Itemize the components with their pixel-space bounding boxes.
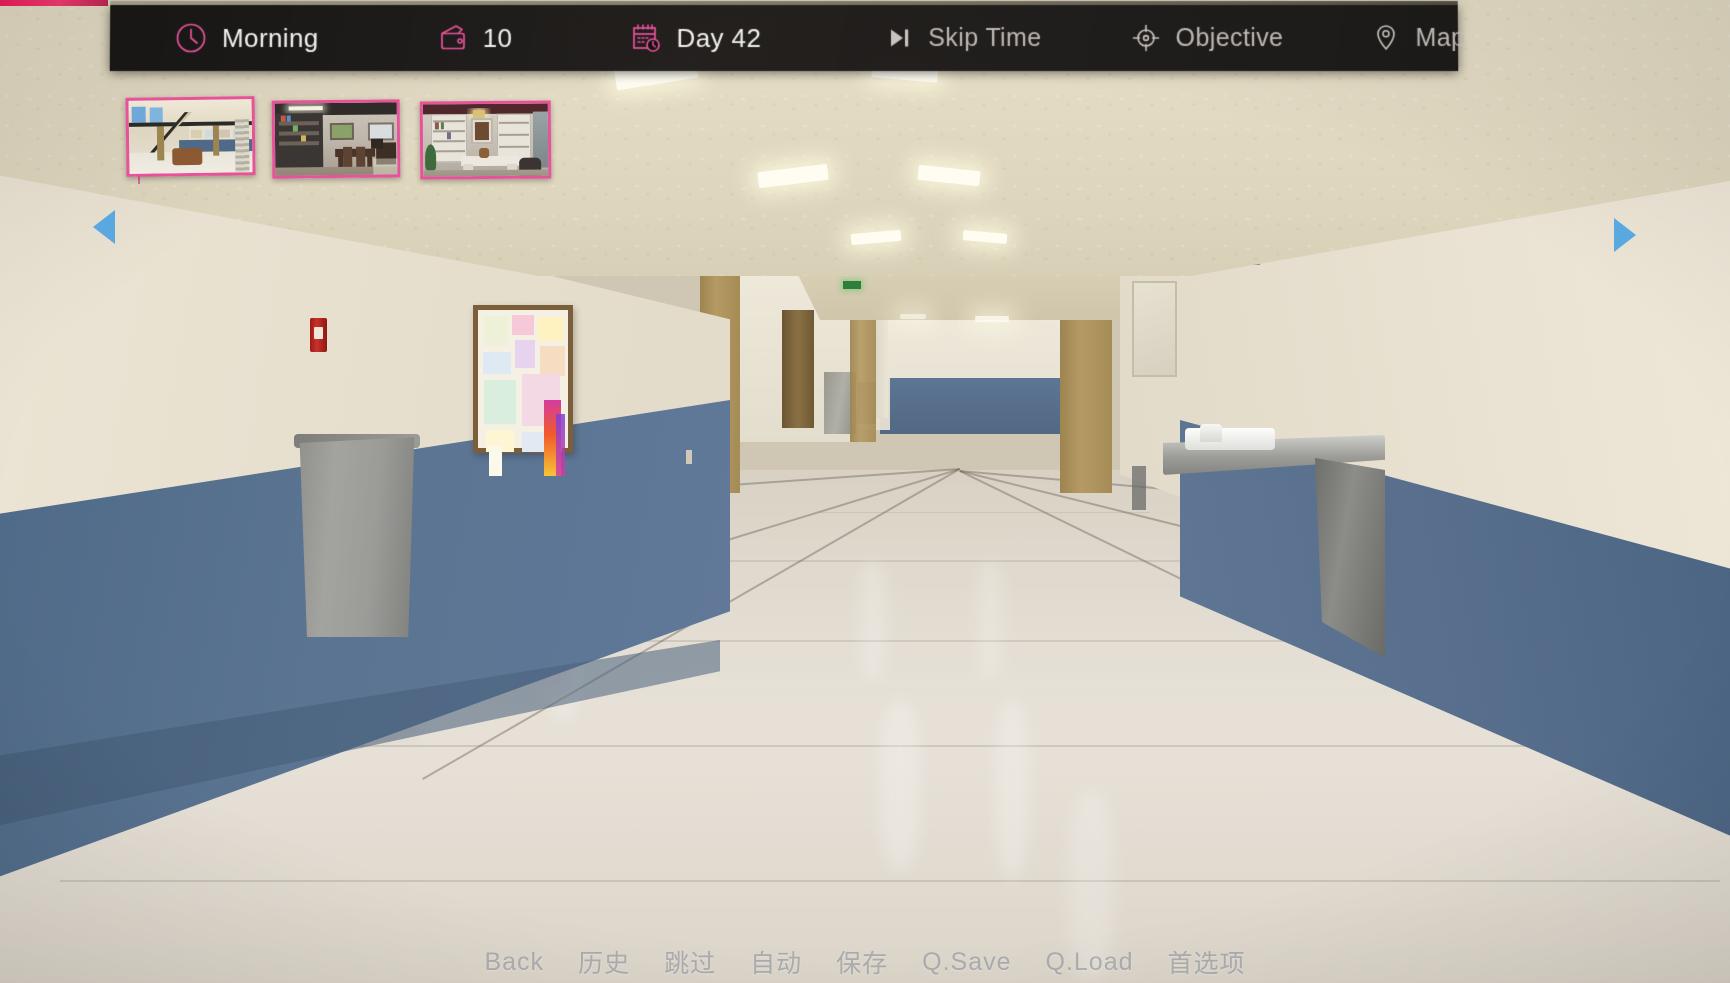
bottom-menu-prefs[interactable]: 首选项 <box>1168 944 1246 980</box>
bottom-menu-back[interactable]: Back <box>484 948 544 977</box>
hud-label-day: Day 42 <box>676 22 762 53</box>
water-fountain-spout <box>1200 424 1222 442</box>
top-left-pink-sliver <box>0 0 108 6</box>
bottom-menu-qload[interactable]: Q.Load <box>1046 948 1134 977</box>
wall-notice-board <box>1132 281 1177 377</box>
hud-item-map[interactable]: Map <box>1367 5 1469 71</box>
bottom-menu-save[interactable]: 保存 <box>836 944 888 980</box>
water-fountain-basin <box>1185 428 1275 450</box>
hud-label-objective: Objective <box>1175 23 1284 52</box>
bottom-menu-auto[interactable]: 自动 <box>750 944 802 980</box>
bottom-menu-skip[interactable]: 跳过 <box>664 944 716 980</box>
bulletin-flyer <box>489 446 502 476</box>
bulletin-ribbon <box>556 414 565 476</box>
location-thumbnail-1[interactable] <box>125 96 256 177</box>
hud-label-skip-time: Skip Time <box>928 23 1042 52</box>
exit-sign <box>843 281 861 289</box>
hud-item-day[interactable]: Day 42 <box>626 5 765 71</box>
target-icon <box>1130 22 1162 54</box>
fire-alarm <box>310 318 327 352</box>
ceiling-light <box>900 314 926 319</box>
hud-top-bar: Morning 10 Day 42 Skip Time Objective Ma… <box>109 5 1465 72</box>
hud-item-money[interactable]: 10 <box>433 5 517 71</box>
calendar-icon <box>630 22 662 54</box>
far-wainscot <box>880 378 1060 434</box>
hud-label-map: Map <box>1415 23 1466 52</box>
wallet-icon <box>437 22 469 54</box>
hud-label-money: 10 <box>482 22 513 53</box>
bottom-menu-bar: Back 历史 跳过 自动 保存 Q.Save Q.Load 首选项 <box>0 945 1730 979</box>
hud-label-time-of-day: Morning <box>221 22 319 53</box>
ceiling-light <box>975 316 1009 322</box>
hud-item-skip-time[interactable]: Skip Time <box>880 5 1045 71</box>
bottom-menu-history[interactable]: 历史 <box>578 944 630 980</box>
skip-icon <box>884 23 914 53</box>
trash-can[interactable] <box>299 437 415 637</box>
hud-item-time-of-day[interactable]: Morning <box>170 5 323 71</box>
location-thumbnail-strip <box>0 88 1730 252</box>
next-locations-arrow[interactable] <box>1614 218 1636 252</box>
hud-item-objective[interactable]: Objective <box>1125 5 1287 71</box>
prev-locations-arrow[interactable] <box>93 210 115 244</box>
location-thumbnail-2[interactable] <box>271 99 401 179</box>
bottom-menu-qsave[interactable]: Q.Save <box>922 948 1011 977</box>
location-thumbnail-3[interactable] <box>419 100 552 180</box>
clock-icon <box>174 21 208 55</box>
map-pin-icon <box>1371 22 1401 54</box>
game-screen: Morning 10 Day 42 Skip Time Objective Ma… <box>0 0 1730 983</box>
